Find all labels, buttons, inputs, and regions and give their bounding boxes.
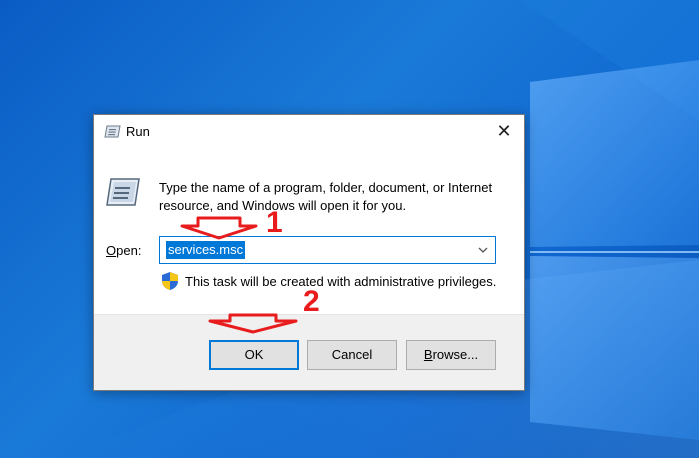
run-dialog: Run ✕ Type the name of a program, folder… bbox=[93, 114, 525, 391]
admin-privileges-note: This task will be created with administr… bbox=[185, 274, 497, 289]
open-input-value[interactable]: services.msc bbox=[166, 241, 246, 259]
close-icon: ✕ bbox=[496, 121, 512, 142]
dialog-title: Run bbox=[126, 124, 150, 139]
close-button[interactable]: ✕ bbox=[484, 115, 524, 148]
cancel-button[interactable]: Cancel bbox=[307, 340, 397, 370]
chevron-down-icon[interactable] bbox=[477, 243, 489, 257]
run-icon bbox=[104, 125, 121, 138]
uac-shield-icon bbox=[162, 272, 178, 290]
title-bar[interactable]: Run ✕ bbox=[94, 115, 524, 148]
open-combobox[interactable]: services.msc bbox=[159, 236, 496, 264]
dialog-description: Type the name of a program, folder, docu… bbox=[159, 180, 493, 213]
annotation-arrow-2 bbox=[208, 313, 298, 334]
run-large-icon bbox=[106, 178, 140, 206]
annotation-number-1: 1 bbox=[266, 206, 283, 239]
browse-button[interactable]: Browse... bbox=[406, 340, 496, 370]
annotation-number-2: 2 bbox=[303, 285, 320, 318]
button-bar: OK Cancel Browse... bbox=[94, 314, 524, 390]
open-label: Open: bbox=[106, 243, 142, 258]
annotation-arrow-1 bbox=[180, 216, 258, 240]
ok-button[interactable]: OK bbox=[209, 340, 299, 370]
